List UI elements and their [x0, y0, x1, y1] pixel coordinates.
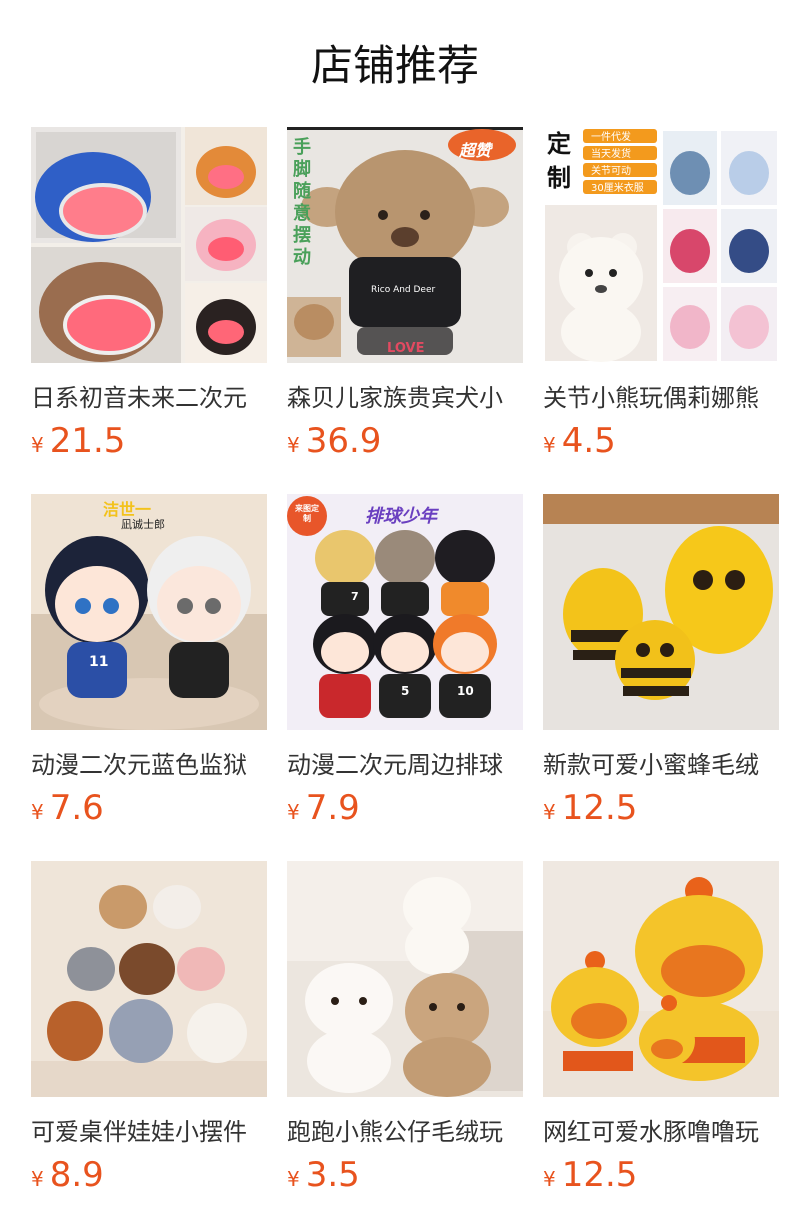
jersey-number: 5	[401, 684, 410, 698]
price-amount: 7.6	[49, 788, 104, 828]
custom-badge: 来图定制	[295, 504, 319, 523]
label-char: 意	[293, 203, 311, 224]
love-text: LOVE	[387, 341, 425, 356]
anime-plush-backpack-image	[31, 127, 267, 363]
label-char: 随	[293, 181, 311, 202]
label-char: 手	[293, 137, 311, 158]
product-image[interactable]	[31, 127, 267, 363]
price-amount: 12.5	[561, 788, 638, 828]
product-image[interactable]: 来图定制 排球少年 7 5 10	[287, 494, 523, 730]
product-price: ¥7.6	[31, 785, 267, 831]
product-name[interactable]: 新款可爱小蜜蜂毛绒	[543, 747, 779, 783]
product-card[interactable]: 跑跑小熊公仔毛绒玩 ¥3.5	[287, 861, 523, 1228]
product-image[interactable]	[543, 861, 779, 1097]
jersey-number: 10	[457, 684, 474, 698]
jersey-number: 11	[89, 654, 109, 670]
promo-badge: 超赞	[459, 141, 492, 160]
price-amount: 36.9	[305, 421, 382, 461]
feature-tag: 30厘米衣服	[591, 183, 644, 194]
product-price: ¥4.5	[543, 418, 779, 464]
capybara-plush-image	[543, 861, 779, 1097]
store-recommendations-page: 店铺推荐 日系初音未来二次元 ¥ 21.5 手 脚 随 意 摆 动 超赞 Ric…	[0, 0, 790, 1230]
product-name[interactable]: 日系初音未来二次元	[31, 380, 267, 416]
product-name[interactable]: 跑跑小熊公仔毛绒玩	[287, 1114, 523, 1150]
product-price: ¥12.5	[543, 1152, 779, 1198]
animal-plush-group-image	[31, 861, 267, 1097]
price-amount: 8.9	[49, 1155, 104, 1195]
currency-symbol: ¥	[543, 1167, 556, 1191]
product-price: ¥8.9	[31, 1152, 267, 1198]
feature-tag: 一件代发	[591, 132, 631, 143]
currency-symbol: ¥	[543, 800, 556, 824]
product-name[interactable]: 森贝儿家族贵宾犬小	[287, 380, 523, 416]
poodle-plush-image	[287, 127, 523, 363]
product-image[interactable]: 洁世一 凪诚士郎 11	[31, 494, 267, 730]
product-card[interactable]: 定 制 一件代发 当天发货 关节可动 30厘米衣服 关节小熊玩偶莉娜熊 ¥4.5	[543, 127, 779, 494]
product-card[interactable]: 洁世一 凪诚士郎 11 动漫二次元蓝色监狱 ¥7.6	[31, 494, 267, 861]
label-char: 动	[293, 247, 311, 268]
product-card[interactable]: 日系初音未来二次元 ¥21.5	[31, 127, 267, 494]
currency-symbol: ¥	[31, 433, 44, 457]
product-name[interactable]: 关节小熊玩偶莉娜熊	[543, 380, 779, 416]
product-name[interactable]: 动漫二次元周边排球	[287, 747, 523, 783]
product-price: ¥36.9	[287, 418, 523, 464]
product-price: ¥12.5	[543, 785, 779, 831]
product-price: ¥3.5	[287, 1152, 523, 1198]
product-price: ¥7.9	[287, 785, 523, 831]
bear-doll-image	[543, 127, 779, 363]
product-image[interactable]	[543, 494, 779, 730]
product-image[interactable]	[31, 861, 267, 1097]
price-amount: 7.9	[305, 788, 360, 828]
label-char: 定	[547, 130, 571, 158]
feature-tag: 当天发货	[591, 149, 631, 160]
product-card[interactable]: 可爱桌伴娃娃小摆件 ¥8.9	[31, 861, 267, 1228]
shirt-text: Rico And Deer	[371, 285, 436, 295]
product-card[interactable]: 手 脚 随 意 摆 动 超赞 Rico And Deer LOVE 森贝儿家族贵…	[287, 127, 523, 494]
character-name-2: 凪诚士郎	[121, 518, 165, 531]
product-grid: 日系初音未来二次元 ¥21.5 手 脚 随 意 摆 动 超赞 Rico And …	[31, 127, 779, 1228]
feature-tag: 关节可动	[591, 166, 631, 177]
product-name[interactable]: 网红可爱水豚噜噜玩	[543, 1114, 779, 1150]
product-image[interactable]: 手 脚 随 意 摆 动 超赞 Rico And Deer LOVE	[287, 127, 523, 363]
currency-symbol: ¥	[287, 1167, 300, 1191]
bear-and-cat-plush-image	[287, 861, 523, 1097]
price-amount: 4.5	[561, 421, 616, 461]
label-char: 制	[547, 164, 571, 192]
currency-symbol: ¥	[31, 800, 44, 824]
product-card[interactable]: 新款可爱小蜜蜂毛绒 ¥12.5	[543, 494, 779, 861]
feature-tags: 一件代发 当天发货 关节可动 30厘米衣服	[591, 129, 644, 197]
jersey-number: 7	[351, 590, 359, 603]
product-price: ¥21.5	[31, 418, 267, 464]
page-title: 店铺推荐	[310, 41, 479, 90]
bee-plush-image	[543, 494, 779, 730]
vertical-label: 手 脚 随 意 摆 动	[291, 137, 313, 269]
label-char: 脚	[293, 159, 311, 180]
currency-symbol: ¥	[287, 433, 300, 457]
price-amount: 3.5	[305, 1155, 360, 1195]
currency-symbol: ¥	[543, 433, 556, 457]
label-char: 摆	[293, 225, 311, 246]
custom-label: 定 制	[547, 127, 571, 195]
product-card[interactable]: 网红可爱水豚噜噜玩 ¥12.5	[543, 861, 779, 1228]
price-amount: 12.5	[561, 1155, 638, 1195]
product-image[interactable]	[287, 861, 523, 1097]
currency-symbol: ¥	[31, 1167, 44, 1191]
product-card[interactable]: 来图定制 排球少年 7 5 10 动漫二次元周边排球 ¥7.9	[287, 494, 523, 861]
series-title: 排球少年	[365, 506, 437, 527]
product-name[interactable]: 可爱桌伴娃娃小摆件	[31, 1114, 267, 1150]
product-name[interactable]: 动漫二次元蓝色监狱	[31, 747, 267, 783]
currency-symbol: ¥	[287, 800, 300, 824]
price-amount: 21.5	[49, 421, 126, 461]
product-image[interactable]: 定 制 一件代发 当天发货 关节可动 30厘米衣服	[543, 127, 779, 363]
